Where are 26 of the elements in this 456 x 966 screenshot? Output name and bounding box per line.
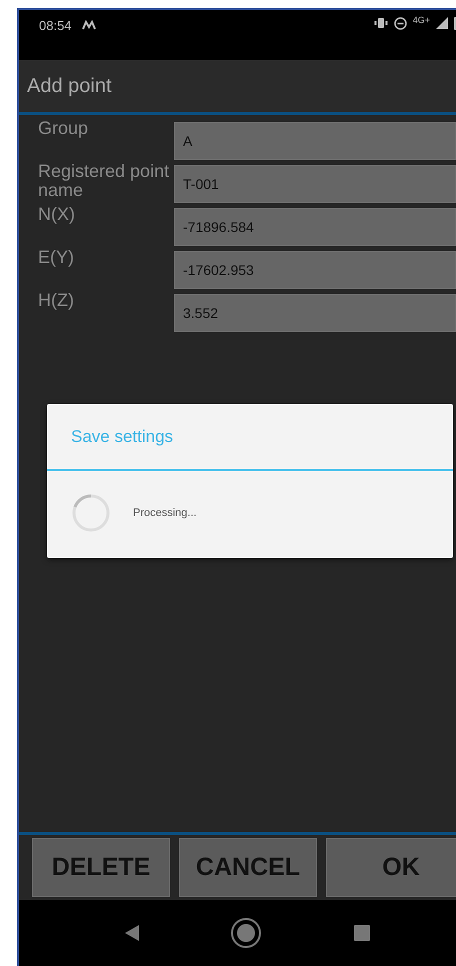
status-message: Processing... — [133, 506, 197, 521]
field-label: E(Y) — [37, 248, 75, 269]
action-button[interactable]: CANCEL — [179, 838, 317, 897]
back-icon[interactable] — [124, 925, 139, 941]
dialog-heading: Save settings — [71, 426, 174, 448]
input-field[interactable]: A — [174, 122, 456, 160]
field-label: H(Z) — [37, 291, 75, 312]
recents-icon[interactable] — [354, 925, 370, 941]
network-type: 4G+ — [412, 14, 430, 27]
action-button[interactable]: OK — [326, 838, 456, 897]
action-button[interactable]: DELETE — [32, 838, 170, 897]
signal-icon — [436, 17, 448, 29]
do-not-disturb-icon — [394, 16, 407, 30]
input-field[interactable]: 3.552 — [174, 294, 456, 332]
clock-time: 08:54 — [39, 17, 72, 35]
input-field[interactable]: -17602.953 — [174, 251, 456, 289]
vibrate-icon — [374, 17, 388, 29]
notification-icon — [82, 20, 96, 30]
input-field[interactable]: -71896.584 — [174, 208, 456, 246]
field-label: Registered point name — [37, 162, 170, 202]
field-label: Group — [37, 119, 90, 140]
spinner-icon — [71, 493, 111, 533]
dialog-title: Add point — [27, 74, 112, 99]
home-icon[interactable] — [230, 917, 262, 949]
field-label: N(X) — [37, 205, 76, 226]
input-field[interactable]: T-001 — [174, 165, 456, 203]
